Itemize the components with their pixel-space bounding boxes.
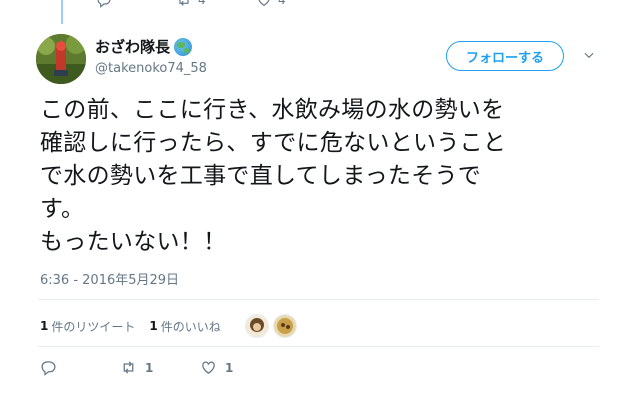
retweet-count: 1 — [145, 360, 154, 375]
thread-connector-line — [61, 0, 63, 24]
display-name-row[interactable]: おざわ隊長 — [95, 36, 207, 57]
user-names: おざわ隊長 @takenoko74_58 — [95, 36, 207, 76]
avatar-image — [36, 34, 86, 84]
likes-count: 1 — [149, 319, 158, 333]
avatar[interactable] — [36, 34, 86, 84]
divider — [38, 346, 599, 347]
tweet-timestamp[interactable]: 6:36 - 2016年5月29日 — [40, 269, 179, 288]
tweet-text: この前、ここに行き、水飲み場の水の勢いを 確認しに行ったら、すでに危ないというこ… — [40, 97, 507, 255]
prev-retweet-count: 4 — [198, 0, 206, 7]
globe-icon — [174, 37, 193, 56]
heart-icon — [258, 0, 270, 7]
like-count: 1 — [225, 360, 234, 375]
reply-icon — [97, 0, 111, 8]
retweet-icon — [179, 0, 189, 6]
liker-avatar[interactable] — [244, 314, 269, 338]
heart-icon — [202, 361, 215, 374]
retweets-count: 1 — [40, 319, 49, 333]
likes-stat[interactable]: 1 件のいいね — [149, 318, 220, 335]
like-button[interactable]: 1 — [200, 359, 280, 376]
previous-tweet-actions: 4 4 — [96, 0, 336, 8]
reply-icon — [41, 361, 56, 376]
retweet-icon — [123, 361, 134, 374]
likes-label: 件のいいね — [160, 319, 221, 334]
prev-retweet-button[interactable]: 4 — [176, 0, 256, 8]
prev-like-count: 4 — [278, 0, 286, 7]
retweeter-avatar[interactable] — [272, 314, 297, 338]
reply-button[interactable] — [40, 359, 120, 376]
prev-like-button[interactable]: 4 — [256, 0, 336, 8]
user-handle[interactable]: @takenoko74_58 — [95, 61, 207, 76]
retweet-button[interactable]: 1 — [120, 359, 200, 376]
display-name: おざわ隊長 — [95, 38, 171, 56]
prev-reply-button[interactable] — [96, 0, 176, 8]
chevron-down-icon[interactable] — [582, 48, 596, 62]
divider — [38, 299, 599, 300]
retweets-label: 件のリツイート — [51, 319, 136, 334]
tweet-stats: 1 件のリツイート 1 件のいいね — [40, 314, 301, 338]
tweet-actions: 1 1 — [40, 359, 280, 376]
follow-button[interactable]: フォローする — [446, 41, 564, 71]
retweets-stat[interactable]: 1 件のリツイート — [40, 318, 135, 335]
